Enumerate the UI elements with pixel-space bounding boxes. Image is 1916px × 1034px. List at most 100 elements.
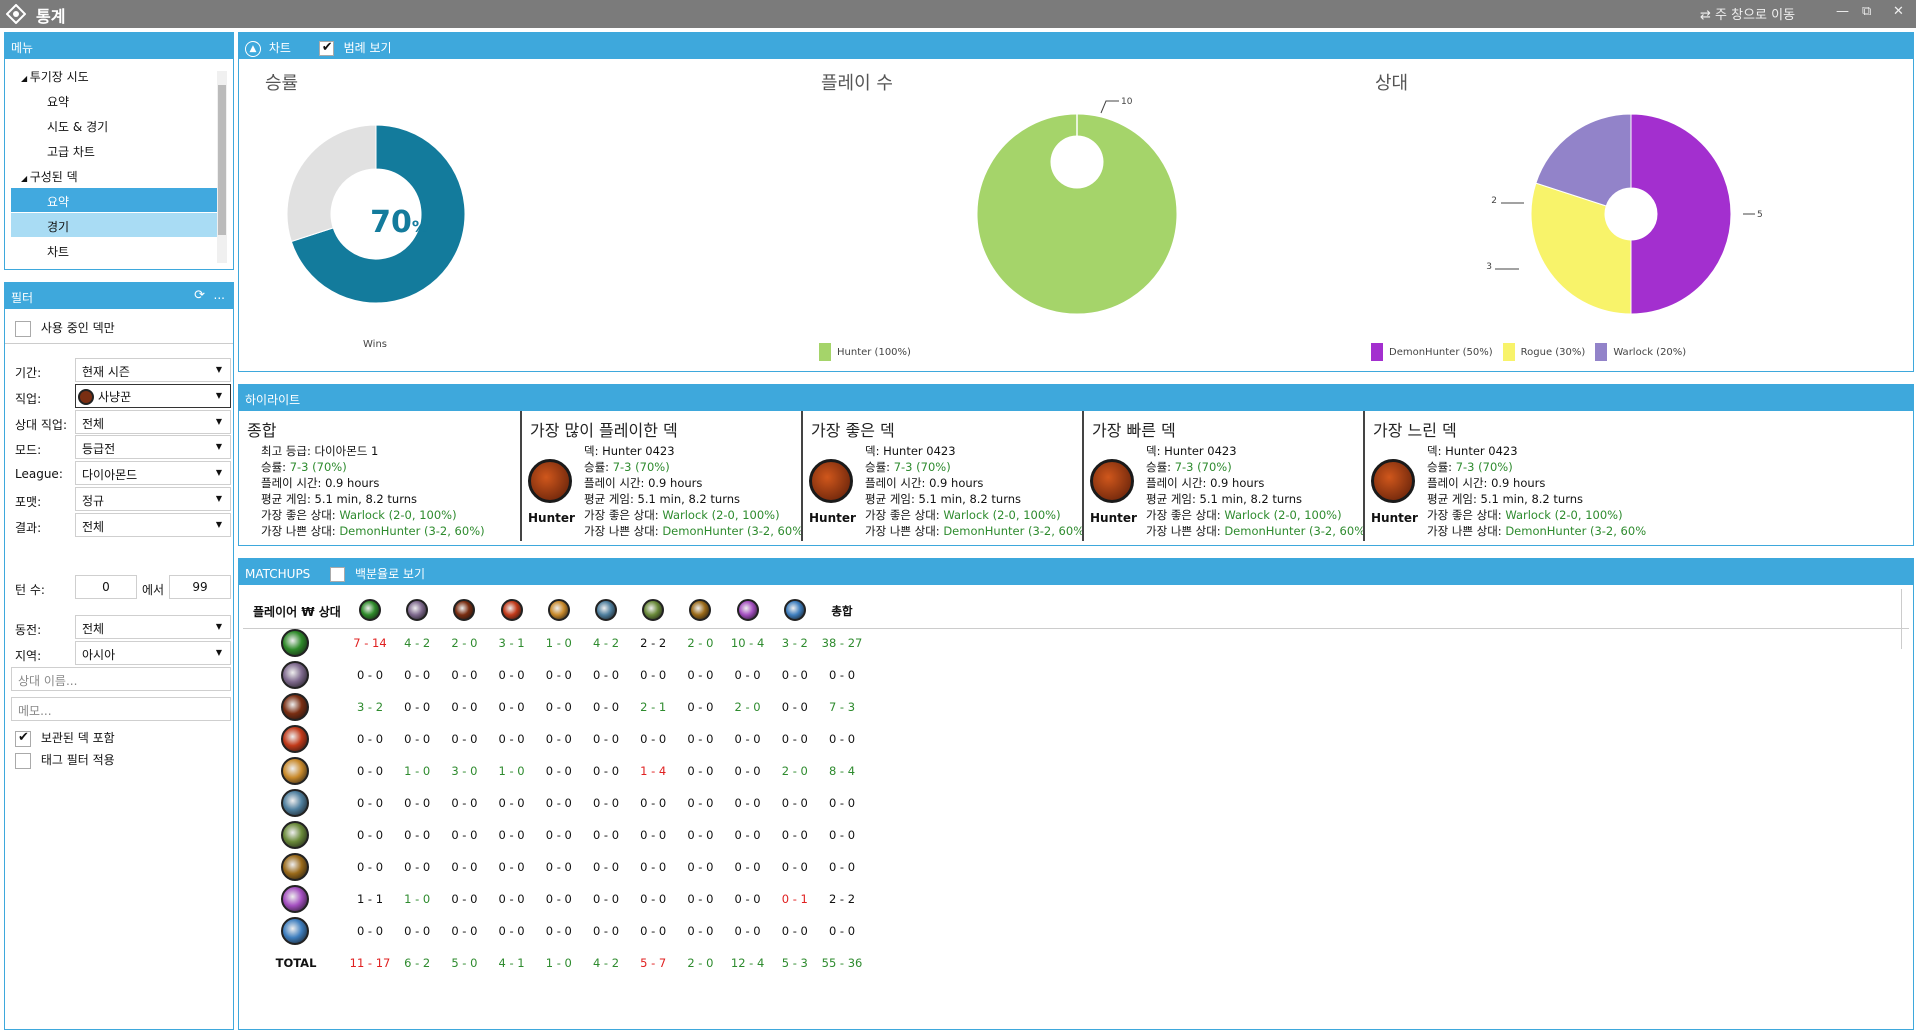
collapse-chevron-icon[interactable]: ▲ bbox=[245, 40, 261, 57]
highlight-class-name: Hunter bbox=[1371, 511, 1418, 525]
opponent-name-input[interactable]: 상대 이름... bbox=[11, 667, 231, 691]
filter-select[interactable]: 전체 ▼ bbox=[75, 512, 231, 537]
filter-select[interactable]: 사냥꾼 ▼ bbox=[75, 383, 231, 408]
matchup-cell: 0 - 0 bbox=[356, 924, 384, 938]
percent-toggle-checkbox[interactable] bbox=[330, 567, 346, 582]
matchup-cell: 0 - 0 bbox=[687, 700, 714, 714]
menu-scrollbar[interactable] bbox=[217, 71, 227, 263]
filter-select[interactable]: 전체 ▼ bbox=[75, 409, 231, 434]
matchup-cell: 0 - 0 bbox=[451, 860, 478, 874]
matchup-cell: 0 - 0 bbox=[545, 732, 572, 746]
turns-from-input[interactable]: 0 bbox=[75, 575, 137, 599]
hunter-icon bbox=[281, 693, 309, 721]
matchup-cell: 0 - 0 bbox=[356, 828, 384, 842]
minimize-button[interactable]: — bbox=[1836, 4, 1849, 19]
menu-item-label: 투기장 시도 bbox=[29, 70, 89, 84]
legend-item: Rogue (30%) bbox=[1502, 343, 1585, 361]
matchup-cell: 0 - 0 bbox=[828, 860, 856, 874]
dropdown-arrow-icon: ▼ bbox=[215, 442, 222, 452]
tag-filter-checkbox[interactable]: 태그 필터 적용 bbox=[15, 751, 115, 769]
highlight-line-key: 덱: Hunter 0423 bbox=[1146, 444, 1237, 458]
expand-triangle-icon[interactable]: ◢ bbox=[21, 74, 30, 83]
filter-label: 지역: bbox=[15, 648, 42, 663]
matchup-scrollbar[interactable] bbox=[1901, 589, 1909, 649]
highlight-line-key: 평균 게임: 5.1 min, 8.2 turns bbox=[261, 492, 417, 506]
matchup-cell: 0 - 0 bbox=[640, 924, 667, 938]
legend-label: DemonHunter (50%) bbox=[1389, 347, 1493, 358]
highlight-line-key: 덱: Hunter 0423 bbox=[584, 444, 675, 458]
highlights-header: 하이라이트 bbox=[239, 385, 1913, 411]
filter-select[interactable]: 전체 ▼ bbox=[75, 615, 231, 639]
expand-triangle-icon[interactable]: ◢ bbox=[21, 174, 30, 183]
legend-toggle-checkbox[interactable] bbox=[318, 40, 334, 56]
menu-item[interactable]: 시도 & 경기 bbox=[11, 113, 221, 137]
highlight-title: 가장 좋은 덱 bbox=[811, 421, 895, 440]
filter-select[interactable]: 정규 ▼ bbox=[75, 487, 231, 511]
priest-icon bbox=[281, 789, 309, 817]
filter-label: 결과: bbox=[15, 520, 42, 535]
highlight-line: 평균 게임: 5.1 min, 8.2 turns bbox=[584, 491, 740, 507]
matchup-cell: 0 - 0 bbox=[592, 828, 620, 842]
legend-swatch bbox=[819, 343, 831, 361]
matchup-cell: 2 - 0 bbox=[451, 636, 478, 650]
highlight-line-value: Warlock (2-0, 100%) bbox=[943, 508, 1061, 522]
dropdown-arrow-icon: ▼ bbox=[215, 468, 222, 478]
filter-select-value: 정규 bbox=[82, 494, 105, 508]
menu-item[interactable]: 요약 bbox=[11, 88, 221, 112]
matchup-total-cell: 55 - 36 bbox=[821, 956, 863, 970]
in-use-only-checkbox[interactable]: 사용 중인 덱만 bbox=[15, 319, 115, 337]
restore-button[interactable]: ⧉ bbox=[1862, 4, 1871, 19]
highlight-line-value: 7-3 (70%) bbox=[893, 460, 951, 474]
highlight-line: 플레이 시간: 0.9 hours bbox=[865, 475, 983, 491]
matchup-cell: 4 - 2 bbox=[592, 636, 620, 650]
note-input[interactable]: 메모... bbox=[11, 697, 231, 721]
matchups-header: MATCHUPS 백분율로 보기 bbox=[239, 559, 1913, 585]
highlight-line-key: 승률: bbox=[584, 460, 613, 474]
matchup-cell: 0 - 0 bbox=[451, 700, 478, 714]
matchup-cell: 0 - 0 bbox=[451, 732, 478, 746]
filter-select-value: 사냥꾼 bbox=[98, 389, 132, 404]
highlight-line-value: Warlock (2-0, 100%) bbox=[662, 508, 780, 522]
menu-item[interactable]: 경기 bbox=[11, 213, 221, 237]
matchup-total-cell: 1 - 0 bbox=[545, 956, 572, 970]
more-button[interactable]: ... bbox=[214, 288, 225, 302]
highlight-class-name: Hunter bbox=[809, 511, 856, 525]
highlight-line: 덱: Hunter 0423 bbox=[865, 443, 956, 459]
matchup-total-cell: 12 - 4 bbox=[730, 956, 765, 970]
matchup-cell: 0 - 0 bbox=[404, 860, 431, 874]
matchup-total-cell: 6 - 2 bbox=[404, 956, 431, 970]
highlight-line-key: 플레이 시간: 0.9 hours bbox=[584, 476, 703, 490]
highlight-line-key: 최고 등급: 다이아몬드 1 bbox=[261, 444, 379, 458]
matchup-cell: 0 - 0 bbox=[781, 700, 808, 714]
menu-item[interactable]: ◢ 투기장 시도 bbox=[11, 63, 221, 87]
menu-item[interactable]: 요약 bbox=[11, 188, 221, 212]
menu-item[interactable]: 차트 bbox=[11, 238, 221, 262]
menu-item-label: 경기 bbox=[47, 220, 70, 234]
matchup-total-cell: 5 - 3 bbox=[781, 956, 808, 970]
filter-select[interactable]: 등급전 ▼ bbox=[75, 435, 231, 460]
filter-label: 기간: bbox=[15, 366, 42, 380]
demonhunter-icon bbox=[281, 885, 309, 913]
close-button[interactable]: ✕ bbox=[1893, 4, 1904, 19]
highlight-line-value: 7-3 (70%) bbox=[1174, 460, 1232, 474]
filter-select[interactable]: 현재 시즌 ▼ bbox=[75, 358, 231, 382]
highlight-line: 덱: Hunter 0423 bbox=[584, 443, 675, 459]
app-logo-icon bbox=[6, 4, 26, 24]
turns-to-input[interactable]: 99 bbox=[169, 575, 231, 599]
opponent-callout: 3 bbox=[1486, 262, 1492, 272]
matchup-cell: 0 - 0 bbox=[451, 668, 478, 682]
goto-main-button[interactable]: ⇄ 주 창으로 이동 bbox=[1700, 4, 1795, 23]
winrate-label: Wins bbox=[363, 339, 387, 350]
filter-select[interactable]: 다이아몬드 ▼ bbox=[75, 461, 231, 486]
dropdown-arrow-icon: ▼ bbox=[215, 416, 222, 426]
menu-item[interactable]: ◢ 구성된 덱 bbox=[11, 163, 221, 187]
menu-item[interactable]: 고급 차트 bbox=[11, 138, 221, 162]
matchup-cell: 38 - 27 bbox=[821, 636, 863, 650]
highlight-line-key: 가장 좋은 상대: bbox=[1427, 508, 1506, 522]
matchup-cell: 0 - 0 bbox=[356, 764, 384, 778]
include-archived-checkbox[interactable]: 보관된 덱 포함 bbox=[15, 729, 115, 747]
highlight-line-key: 승률: bbox=[865, 460, 894, 474]
filter-select[interactable]: 아시아 ▼ bbox=[75, 640, 231, 665]
matchup-cell: 0 - 0 bbox=[545, 796, 572, 810]
refresh-icon[interactable]: ⟳ bbox=[194, 288, 205, 303]
